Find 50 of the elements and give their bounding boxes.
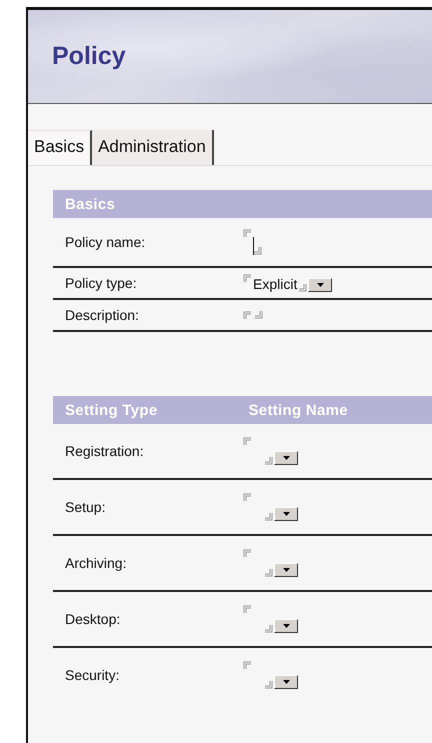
bracket-corner-icon	[255, 311, 263, 319]
dropdown-field[interactable]: Explicit	[243, 274, 308, 292]
dropdown-button[interactable]	[308, 278, 332, 292]
bracket-corner-icon	[265, 625, 273, 633]
dropdown-field[interactable]	[243, 549, 273, 577]
tab[interactable]: Basics	[28, 130, 92, 165]
field-label: Description:	[64, 307, 140, 323]
field-label: Setup:	[64, 499, 106, 515]
dropdown-button[interactable]	[274, 507, 298, 521]
bracket-corner-icon	[243, 549, 251, 557]
caret-icon	[282, 568, 290, 572]
column-header: Setting Name	[248, 402, 349, 418]
dropdown-field[interactable]	[243, 661, 273, 689]
caret-icon	[282, 680, 290, 684]
bracket-corner-icon	[243, 229, 251, 237]
field-label: Security:	[64, 667, 120, 683]
field-label: Desktop:	[64, 611, 122, 627]
bracket-corner-icon	[265, 457, 273, 465]
caret-icon	[282, 624, 290, 628]
dropdown-button[interactable]	[274, 619, 298, 633]
caret-icon	[282, 512, 290, 516]
bracket-corner-icon	[265, 513, 273, 521]
bracket-corner-icon	[265, 569, 273, 577]
section-title: Basics	[65, 196, 116, 212]
dropdown-button[interactable]	[274, 563, 298, 577]
bracket-corner-icon	[243, 274, 251, 282]
field-label: Archiving:	[64, 555, 128, 571]
field-label: Policy type:	[64, 275, 138, 291]
bracket-corner-icon	[254, 247, 262, 255]
input-field[interactable]	[243, 311, 263, 319]
input-field[interactable]	[243, 229, 262, 255]
bracket-corner-icon	[299, 284, 308, 292]
bracket-corner-icon	[265, 681, 273, 689]
bracket-corner-icon	[243, 311, 251, 319]
dropdown-field[interactable]	[243, 437, 273, 465]
dropdown-field[interactable]	[243, 493, 273, 521]
bracket-corner-icon	[243, 437, 251, 445]
dropdown-button[interactable]	[274, 451, 298, 465]
field-label: Policy name:	[64, 234, 146, 250]
bracket-corner-icon	[243, 661, 251, 669]
column-header: Setting Type	[65, 402, 158, 418]
bracket-corner-icon	[243, 605, 251, 613]
dropdown-field[interactable]	[243, 605, 273, 633]
caret-icon	[316, 283, 324, 287]
bracket-corner-icon	[243, 493, 251, 501]
page-title: Policy	[52, 42, 126, 71]
field-label: Registration:	[64, 443, 145, 459]
dropdown-button[interactable]	[274, 675, 298, 689]
tab[interactable]: Administration	[92, 130, 214, 165]
caret-icon	[282, 456, 290, 460]
